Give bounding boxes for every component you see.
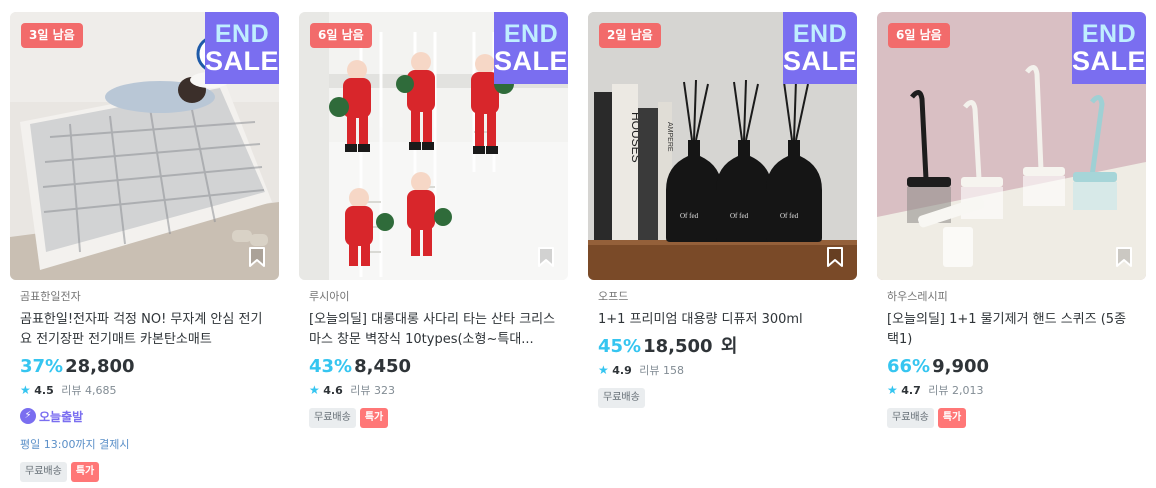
product-grid: 3일 남음 END SALE 곰표한일전자 곰표한일!전자파 걱정 NO! 무자… xyxy=(0,0,1156,488)
days-left-badge: 3일 남음 xyxy=(21,23,83,48)
free-shipping-badge: 무료배송 xyxy=(20,462,67,482)
bookmark-icon[interactable] xyxy=(1114,246,1134,268)
discount-rate: 43% xyxy=(309,356,353,377)
product-image[interactable]: 3일 남음 END SALE xyxy=(10,12,279,280)
rating-score: 4.6 xyxy=(323,384,343,397)
end-sale-badge: END SALE xyxy=(205,12,279,84)
price-suffix: 외 xyxy=(714,336,738,357)
review-count: 리뷰 158 xyxy=(639,364,684,377)
product-price: 66% 9,900 xyxy=(887,355,1136,379)
free-shipping-badge: 무료배송 xyxy=(598,388,645,408)
end-sale-line1: END xyxy=(792,20,848,48)
end-sale-line1: END xyxy=(214,20,270,48)
free-shipping-badge: 무료배송 xyxy=(309,408,356,428)
product-card[interactable]: 6일 남음 END SALE 하우스레시피 [오늘의딜] 1+1 물기제거 핸드… xyxy=(877,12,1146,428)
product-stats: ★ 4.6 리뷰 323 xyxy=(309,381,558,399)
badge-row: 무료배송 특가 xyxy=(309,408,558,428)
product-image[interactable]: HOUSES AMPERE Of fed Of fed Of fed 2일 남음… xyxy=(588,12,857,280)
bolt-icon: ⚡ xyxy=(20,408,36,424)
end-sale-line1: END xyxy=(1081,20,1137,48)
product-stats: ★ 4.7 리뷰 2,013 xyxy=(887,381,1136,399)
product-info: 곰표한일전자 곰표한일!전자파 걱정 NO! 무자계 안심 전기요 전기장판 전… xyxy=(10,280,279,482)
badge-row: 무료배송 xyxy=(598,388,847,408)
discount-rate: 37% xyxy=(20,356,64,377)
product-card[interactable]: 3일 남음 END SALE 곰표한일전자 곰표한일!전자파 걱정 NO! 무자… xyxy=(10,12,279,482)
product-price: 37% 28,800 xyxy=(20,355,269,379)
days-left-badge: 2일 남음 xyxy=(599,23,661,48)
book-spine-text: AMPERE xyxy=(666,122,673,152)
product-image[interactable]: 6일 남음 END SALE xyxy=(877,12,1146,280)
product-image[interactable]: 6일 남음 END SALE xyxy=(299,12,568,280)
product-info: 하우스레시피 [오늘의딜] 1+1 물기제거 핸드 스퀴즈 (5종택1) 66%… xyxy=(877,280,1146,428)
review-count: 리뷰 2,013 xyxy=(928,384,984,397)
product-brand[interactable]: 하우스레시피 xyxy=(887,289,1136,305)
product-title[interactable]: [오늘의딜] 1+1 물기제거 핸드 스퀴즈 (5종택1) xyxy=(887,310,1136,350)
product-card[interactable]: HOUSES AMPERE Of fed Of fed Of fed 2일 남음… xyxy=(588,12,857,408)
price-amount: 18,500 xyxy=(643,336,713,357)
special-price-badge: 특가 xyxy=(937,408,967,428)
today-shipping-label: 오늘출발 xyxy=(39,409,84,424)
product-brand[interactable]: 곰표한일전자 xyxy=(20,289,269,305)
badge-row: 무료배송 특가 xyxy=(887,408,1136,428)
star-icon: ★ xyxy=(309,383,320,397)
end-sale-badge: END SALE xyxy=(1072,12,1146,84)
review-count: 리뷰 323 xyxy=(350,384,395,397)
product-title[interactable]: 1+1 프리미엄 대용량 디퓨저 300ml xyxy=(598,310,847,330)
product-brand[interactable]: 오프드 xyxy=(598,289,847,305)
product-card[interactable]: 6일 남음 END SALE 루시아이 [오늘의딜] 대롱대롱 사다리 타는 산… xyxy=(299,12,568,428)
days-left-badge: 6일 남음 xyxy=(888,23,950,48)
review-count: 리뷰 4,685 xyxy=(61,384,117,397)
product-price: 45% 18,500 외 xyxy=(598,335,847,359)
end-sale-line2: SALE xyxy=(205,46,279,76)
price-amount: 8,450 xyxy=(354,356,412,377)
product-stats: ★ 4.9 리뷰 158 xyxy=(598,361,847,379)
bookmark-icon[interactable] xyxy=(825,246,845,268)
product-info: 오프드 1+1 프리미엄 대용량 디퓨저 300ml 45% 18,500 외 ★… xyxy=(588,280,857,408)
bookmark-icon[interactable] xyxy=(536,246,556,268)
bottle-label-text: Of fed xyxy=(780,212,799,220)
rating-score: 4.9 xyxy=(612,364,632,377)
free-shipping-badge: 무료배송 xyxy=(887,408,934,428)
special-price-badge: 특가 xyxy=(70,462,100,482)
product-stats: ★ 4.5 리뷰 4,685 xyxy=(20,381,269,399)
star-icon: ★ xyxy=(887,383,898,397)
days-left-badge: 6일 남음 xyxy=(310,23,372,48)
star-icon: ★ xyxy=(598,363,609,377)
rating-score: 4.5 xyxy=(34,384,54,397)
product-title[interactable]: [오늘의딜] 대롱대롱 사다리 타는 산타 크리스마스 창문 벽장식 10typ… xyxy=(309,310,558,350)
discount-rate: 66% xyxy=(887,356,931,377)
bottle-label-text: Of fed xyxy=(730,212,749,220)
price-amount: 9,900 xyxy=(932,356,990,377)
end-sale-badge: END SALE xyxy=(783,12,857,84)
today-shipping: ⚡ 오늘출발 xyxy=(20,407,269,425)
rating-score: 4.7 xyxy=(901,384,921,397)
end-sale-line1: END xyxy=(503,20,559,48)
discount-rate: 45% xyxy=(598,336,642,357)
product-title[interactable]: 곰표한일!전자파 걱정 NO! 무자계 안심 전기요 전기장판 전기매트 카본탄… xyxy=(20,310,269,350)
badge-row: 무료배송 특가 xyxy=(20,462,269,482)
star-icon: ★ xyxy=(20,383,31,397)
special-price-badge: 특가 xyxy=(359,408,389,428)
product-price: 43% 8,450 xyxy=(309,355,558,379)
end-sale-line2: SALE xyxy=(783,46,857,76)
bottle-label-text: Of fed xyxy=(680,212,699,220)
end-sale-line2: SALE xyxy=(1072,46,1146,76)
shipping-deadline: 평일 13:00까지 결제시 xyxy=(20,438,130,451)
end-sale-line2: SALE xyxy=(494,46,568,76)
price-amount: 28,800 xyxy=(65,356,135,377)
product-info: 루시아이 [오늘의딜] 대롱대롱 사다리 타는 산타 크리스마스 창문 벽장식 … xyxy=(299,280,568,428)
product-brand[interactable]: 루시아이 xyxy=(309,289,558,305)
end-sale-badge: END SALE xyxy=(494,12,568,84)
bookmark-icon[interactable] xyxy=(247,246,267,268)
